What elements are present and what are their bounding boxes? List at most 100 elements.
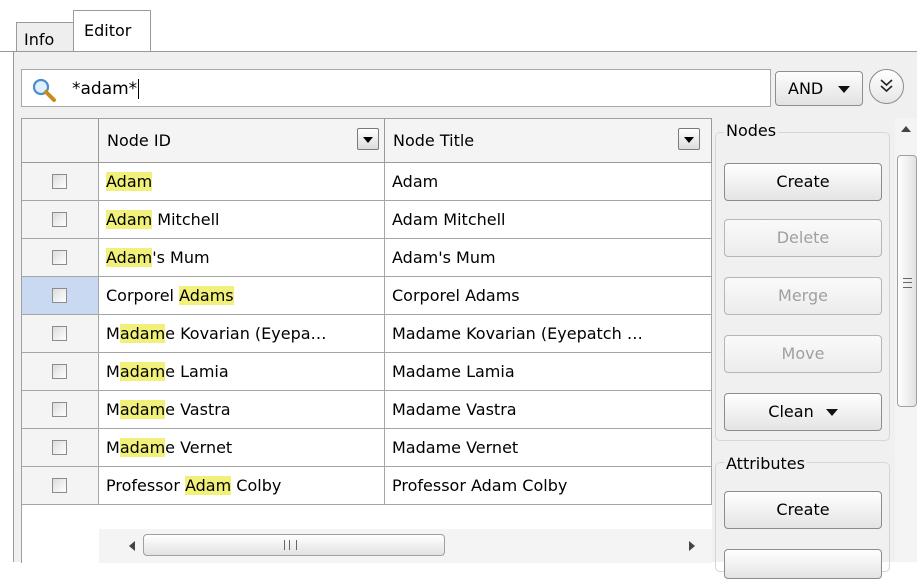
table-row[interactable]: Professor Adam Colby Professor Adam Colby: [22, 467, 712, 505]
column-header-node-id[interactable]: Node ID: [99, 119, 385, 163]
horizontal-scroll-thumb[interactable]: [143, 534, 445, 556]
row-select-cell[interactable]: [22, 467, 99, 505]
node-title-text: Madame Vernet: [392, 438, 519, 457]
table-row[interactable]: Adam Adam: [22, 163, 712, 201]
node-title-cell[interactable]: Adam: [385, 163, 712, 201]
scroll-right-icon[interactable]: [689, 541, 695, 551]
merge-node-button[interactable]: Merge: [724, 277, 882, 315]
table-row[interactable]: Madame Lamia Madame Lamia: [22, 353, 712, 391]
node-id-suffix: Colby: [231, 476, 282, 495]
row-checkbox[interactable]: [52, 326, 67, 341]
row-checkbox[interactable]: [52, 250, 67, 265]
node-id-prefix: M: [106, 362, 120, 381]
clean-dropdown-label: Clean: [768, 402, 814, 421]
row-select-cell[interactable]: [22, 277, 99, 315]
node-title-filter-button[interactable]: [678, 128, 700, 150]
search-match-highlight: Adam: [184, 476, 232, 495]
node-id-prefix: M: [106, 400, 120, 419]
chevron-down-icon: [838, 86, 850, 93]
node-id-cell[interactable]: Adam: [99, 163, 385, 201]
node-id-suffix: e Vastra: [165, 400, 231, 419]
table-row[interactable]: Madame Vernet Madame Vernet: [22, 429, 712, 467]
tab-editor[interactable]: Editor: [73, 10, 151, 53]
column-header-node-title-label: Node Title: [393, 131, 475, 150]
node-title-text: Adam's Mum: [392, 248, 496, 267]
search-input[interactable]: *adam*: [21, 69, 771, 107]
row-checkbox[interactable]: [52, 402, 67, 417]
node-title-text: Madame Vastra: [392, 400, 517, 419]
node-id-cell[interactable]: Corporel Adams: [99, 277, 385, 315]
node-id-prefix: Corporel: [106, 286, 180, 305]
node-id-text: Adam: [106, 172, 153, 191]
node-id-suffix: e Vernet: [165, 438, 233, 457]
node-id-cell[interactable]: Madame Lamia: [99, 353, 385, 391]
row-select-cell[interactable]: [22, 315, 99, 353]
node-id-filter-button[interactable]: [357, 128, 379, 150]
text-caret: [138, 79, 140, 99]
node-id-cell[interactable]: Madame Vastra: [99, 391, 385, 429]
table-row[interactable]: Adam's Mum Adam's Mum: [22, 239, 712, 277]
node-title-cell[interactable]: Madame Kovarian (Eyepatch …: [385, 315, 712, 353]
operator-dropdown[interactable]: AND: [775, 71, 863, 106]
row-checkbox[interactable]: [52, 440, 67, 455]
column-header-select: [22, 119, 99, 163]
table-row[interactable]: Madame Kovarian (Eyepa… Madame Kovarian (…: [22, 315, 712, 353]
node-title-cell[interactable]: Madame Lamia: [385, 353, 712, 391]
search-match-highlight: Adam: [106, 248, 153, 267]
create-node-button[interactable]: Create: [724, 163, 882, 201]
row-checkbox[interactable]: [52, 478, 67, 493]
tab-info[interactable]: Info: [16, 22, 74, 52]
node-id-prefix: M: [106, 438, 120, 457]
node-id-cell[interactable]: Adam's Mum: [99, 239, 385, 277]
horizontal-scrollbar[interactable]: [99, 529, 712, 563]
row-select-cell[interactable]: [22, 353, 99, 391]
node-id-cell[interactable]: Madame Kovarian (Eyepa…: [99, 315, 385, 353]
row-checkbox[interactable]: [52, 174, 67, 189]
node-title-cell[interactable]: Adam's Mum: [385, 239, 712, 277]
grip-icon: [284, 540, 297, 550]
row-select-cell[interactable]: [22, 201, 99, 239]
vertical-scrollbar[interactable]: [895, 118, 917, 562]
node-id-prefix: M: [106, 324, 120, 343]
nodes-table: Node ID Node Title Adam Adam Adam Mitchell…: [21, 118, 712, 563]
clean-dropdown-button[interactable]: Clean: [724, 393, 882, 431]
node-title-cell[interactable]: Professor Adam Colby: [385, 467, 712, 505]
vertical-scroll-thumb[interactable]: [897, 155, 917, 407]
create-attribute-button[interactable]: Create: [724, 491, 882, 529]
scroll-left-icon[interactable]: [129, 541, 135, 551]
row-checkbox[interactable]: [52, 288, 67, 303]
row-checkbox[interactable]: [52, 212, 67, 227]
node-title-cell[interactable]: Madame Vastra: [385, 391, 712, 429]
attribute-action-button[interactable]: [724, 549, 882, 579]
search-match-highlight: adam: [119, 400, 166, 419]
node-id-cell[interactable]: Adam Mitchell: [99, 201, 385, 239]
node-title-text: Madame Lamia: [392, 362, 515, 381]
row-select-cell[interactable]: [22, 239, 99, 277]
row-checkbox[interactable]: [52, 364, 67, 379]
tab-bar: Info Editor: [0, 0, 917, 53]
scroll-up-icon[interactable]: [901, 126, 911, 132]
column-header-node-title[interactable]: Node Title: [385, 119, 712, 163]
node-id-text: Madame Vernet: [106, 438, 233, 457]
table-row[interactable]: Madame Vastra Madame Vastra: [22, 391, 712, 429]
table-row[interactable]: Corporel Adams Corporel Adams: [22, 277, 712, 315]
delete-node-button[interactable]: Delete: [724, 219, 882, 257]
node-title-text: Adam Mitchell: [392, 210, 506, 229]
node-title-text: Professor Adam Colby: [392, 476, 568, 495]
move-node-button[interactable]: Move: [724, 335, 882, 373]
tab-editor-label: Editor: [84, 21, 132, 40]
row-select-cell[interactable]: [22, 163, 99, 201]
expand-options-button[interactable]: [869, 69, 904, 104]
node-title-cell[interactable]: Adam Mitchell: [385, 201, 712, 239]
row-select-cell[interactable]: [22, 429, 99, 467]
node-id-text: Adam Mitchell: [106, 210, 220, 229]
node-title-cell[interactable]: Madame Vernet: [385, 429, 712, 467]
node-title-cell[interactable]: Corporel Adams: [385, 277, 712, 315]
node-id-suffix: e Kovarian (Eyepa…: [165, 324, 327, 343]
node-id-cell[interactable]: Madame Vernet: [99, 429, 385, 467]
node-title-text: Corporel Adams: [392, 286, 520, 305]
row-select-cell[interactable]: [22, 391, 99, 429]
table-row[interactable]: Adam Mitchell Adam Mitchell: [22, 201, 712, 239]
search-match-highlight: adam: [119, 324, 166, 343]
node-id-cell[interactable]: Professor Adam Colby: [99, 467, 385, 505]
